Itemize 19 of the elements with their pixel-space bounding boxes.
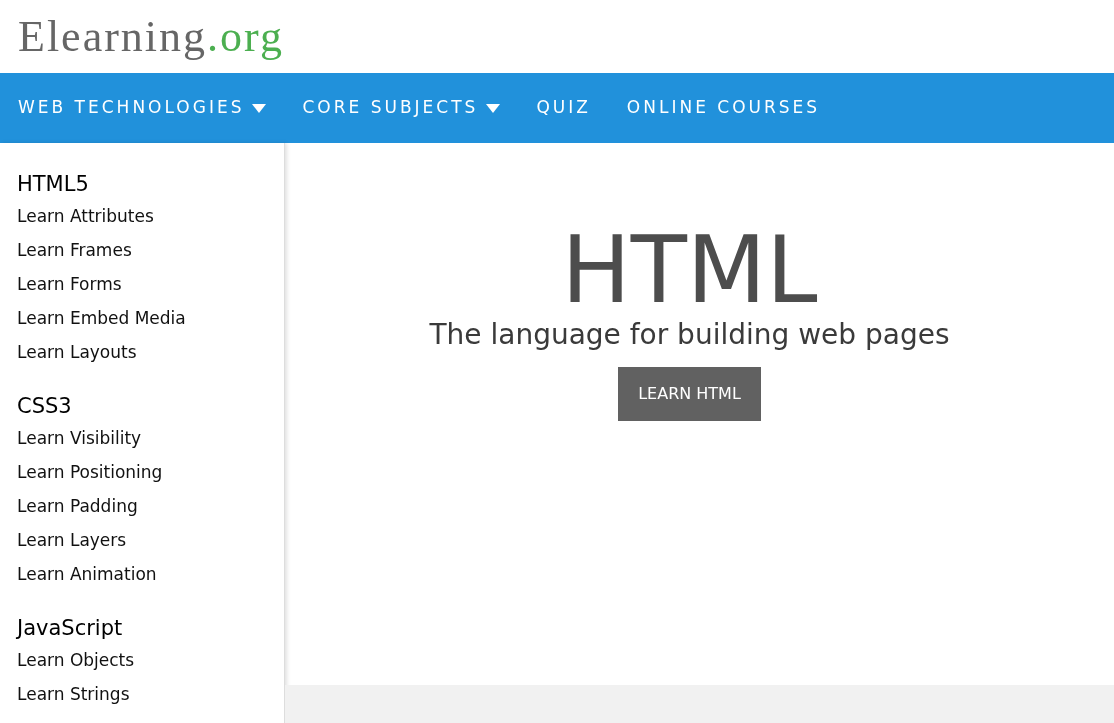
caret-icon [486, 103, 501, 113]
sidebar-heading: HTML5 [17, 171, 90, 198]
site-logo[interactable]: Elearning.org [18, 14, 284, 59]
sidebar-link[interactable]: Learn Embed Media [17, 301, 186, 335]
sidebar-link[interactable]: Learn Animation [17, 557, 157, 591]
sidebar-link[interactable]: Learn Layers [17, 523, 127, 557]
sidebar-heading: JavaScript [17, 615, 124, 642]
sidebar-link[interactable]: Learn Positioning [17, 455, 163, 489]
sidebar-link[interactable]: Learn Visibility [17, 421, 142, 455]
sidebar-link[interactable]: Learn Frames [17, 233, 132, 267]
sidebar-link[interactable]: Learn Padding [17, 489, 138, 523]
sidebar-link[interactable]: Learn Forms [17, 267, 122, 301]
learn-html-button[interactable]: LEARN HTML [618, 367, 761, 421]
sidebar-link[interactable]: Learn Attributes [17, 199, 154, 233]
caret-icon [252, 103, 267, 113]
sidebar-link[interactable]: Learn Strings [17, 677, 130, 711]
sidebar-link[interactable]: Learn Objects [17, 643, 135, 677]
sidebar-link[interactable]: Learn Layouts [17, 335, 137, 369]
sidebar-heading: CSS3 [17, 393, 73, 420]
